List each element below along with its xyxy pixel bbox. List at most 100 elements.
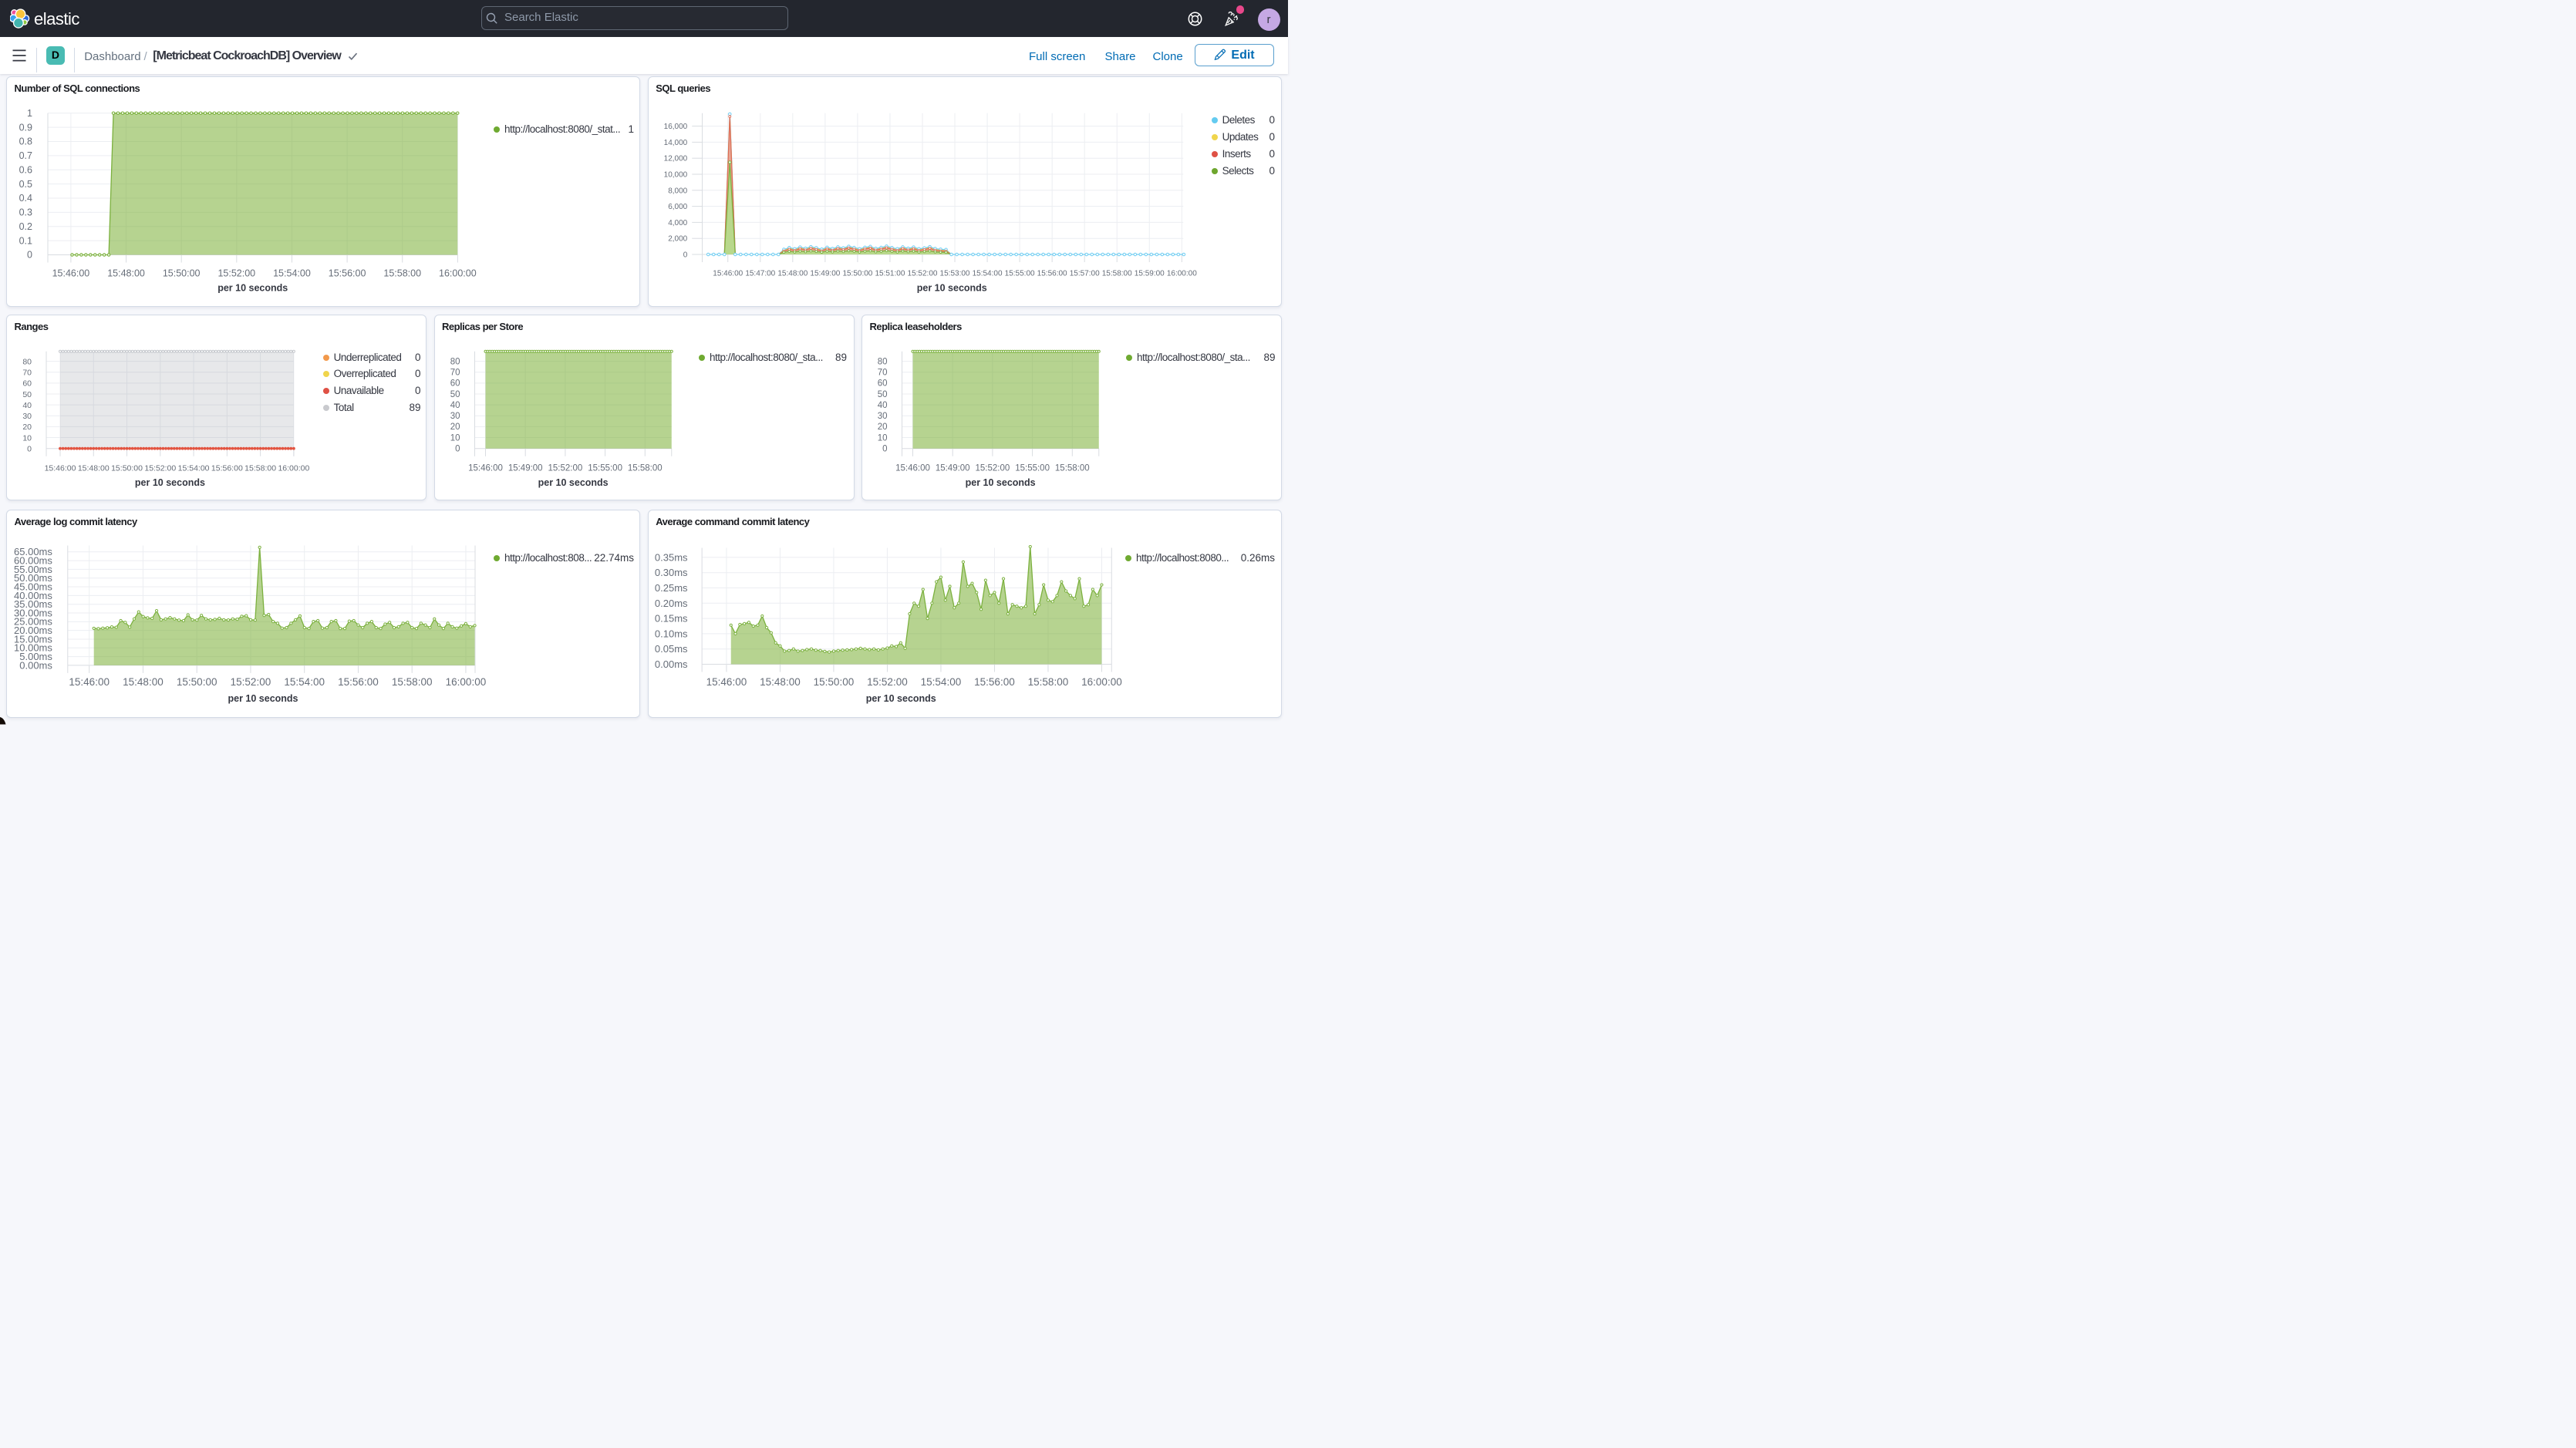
svg-text:15:46:00: 15:46:00	[52, 268, 90, 279]
svg-text:10: 10	[22, 434, 32, 443]
svg-text:0.4: 0.4	[19, 193, 32, 204]
svg-text:60: 60	[450, 379, 460, 389]
svg-text:60: 60	[22, 379, 32, 389]
svg-text:15:56:00: 15:56:00	[974, 676, 1015, 688]
svg-text:15:56:00: 15:56:00	[338, 676, 379, 688]
svg-text:16:00:00: 16:00:00	[1167, 270, 1197, 278]
svg-text:50: 50	[878, 390, 888, 399]
svg-text:15:48:00: 15:48:00	[123, 676, 164, 688]
svg-text:12,000: 12,000	[663, 155, 687, 163]
svg-text:30: 30	[450, 412, 460, 421]
svg-text:15:59:00: 15:59:00	[1135, 270, 1165, 278]
svg-text:0.9: 0.9	[19, 123, 32, 133]
svg-text:15:58:00: 15:58:00	[1055, 464, 1090, 473]
svg-text:10,000: 10,000	[663, 171, 687, 180]
svg-text:15:55:00: 15:55:00	[588, 464, 622, 473]
svg-text:15:48:00: 15:48:00	[78, 464, 110, 473]
svg-text:8,000: 8,000	[668, 187, 687, 196]
svg-text:15:58:00: 15:58:00	[1102, 270, 1132, 278]
svg-text:15:46:00: 15:46:00	[713, 270, 743, 278]
svg-text:per 10 seconds: per 10 seconds	[135, 477, 205, 488]
svg-text:60: 60	[878, 379, 888, 389]
svg-text:40: 40	[450, 401, 460, 410]
svg-text:15:46:00: 15:46:00	[69, 676, 110, 688]
svg-text:80: 80	[450, 358, 460, 367]
svg-text:10: 10	[450, 434, 460, 443]
svg-text:15:52:00: 15:52:00	[976, 464, 1010, 473]
svg-text:15:56:00: 15:56:00	[329, 268, 366, 279]
svg-text:15:58:00: 15:58:00	[627, 464, 662, 473]
svg-text:0.25ms: 0.25ms	[655, 582, 688, 594]
svg-text:15:57:00: 15:57:00	[1069, 270, 1099, 278]
svg-text:15:54:00: 15:54:00	[273, 268, 311, 279]
svg-text:15:58:00: 15:58:00	[244, 464, 276, 473]
svg-text:per 10 seconds: per 10 seconds	[916, 283, 986, 294]
svg-text:15:51:00: 15:51:00	[875, 270, 905, 278]
svg-text:30: 30	[22, 412, 32, 421]
svg-text:0.8: 0.8	[19, 136, 32, 147]
svg-text:15:54:00: 15:54:00	[920, 676, 961, 688]
svg-text:0.5: 0.5	[19, 179, 32, 190]
svg-text:16:00:00: 16:00:00	[446, 676, 487, 688]
svg-text:40: 40	[22, 401, 32, 410]
svg-text:15:56:00: 15:56:00	[1037, 270, 1067, 278]
svg-text:15:58:00: 15:58:00	[1027, 676, 1068, 688]
svg-text:0: 0	[455, 445, 460, 454]
svg-text:15:52:00: 15:52:00	[907, 270, 937, 278]
svg-text:15:49:00: 15:49:00	[507, 464, 542, 473]
svg-text:15:52:00: 15:52:00	[867, 676, 908, 688]
svg-text:15:46:00: 15:46:00	[45, 464, 76, 473]
svg-text:0.30ms: 0.30ms	[655, 567, 688, 578]
svg-text:per 10 seconds: per 10 seconds	[217, 283, 288, 294]
svg-text:80: 80	[878, 358, 888, 367]
svg-text:0.00ms: 0.00ms	[655, 658, 688, 670]
svg-text:15:55:00: 15:55:00	[1004, 270, 1034, 278]
svg-text:15:47:00: 15:47:00	[745, 270, 775, 278]
svg-text:15:55:00: 15:55:00	[1015, 464, 1050, 473]
svg-text:40: 40	[878, 401, 888, 410]
svg-text:50: 50	[450, 390, 460, 399]
svg-text:15:46:00: 15:46:00	[895, 464, 930, 473]
svg-text:0.15ms: 0.15ms	[655, 612, 688, 624]
svg-text:0.1: 0.1	[19, 236, 32, 247]
svg-text:0.2: 0.2	[19, 221, 32, 232]
svg-text:0.35ms: 0.35ms	[655, 551, 688, 563]
svg-text:16:00:00: 16:00:00	[439, 268, 477, 279]
svg-text:15:46:00: 15:46:00	[468, 464, 503, 473]
svg-text:per 10 seconds: per 10 seconds	[865, 693, 936, 704]
svg-text:0: 0	[27, 250, 32, 261]
svg-text:15:50:00: 15:50:00	[842, 270, 872, 278]
svg-text:15:52:00: 15:52:00	[144, 464, 176, 473]
svg-text:per 10 seconds: per 10 seconds	[966, 477, 1036, 488]
svg-text:20: 20	[878, 423, 888, 433]
svg-text:80: 80	[22, 358, 32, 367]
svg-text:15:50:00: 15:50:00	[177, 676, 217, 688]
svg-text:15:49:00: 15:49:00	[810, 270, 840, 278]
svg-text:4,000: 4,000	[668, 219, 687, 227]
svg-text:6,000: 6,000	[668, 203, 687, 211]
svg-text:per 10 seconds: per 10 seconds	[538, 477, 608, 488]
svg-text:15:52:00: 15:52:00	[548, 464, 582, 473]
svg-text:15:52:00: 15:52:00	[217, 268, 255, 279]
svg-text:0.6: 0.6	[19, 165, 32, 176]
svg-text:15:58:00: 15:58:00	[392, 676, 433, 688]
svg-text:0.05ms: 0.05ms	[655, 643, 688, 655]
svg-text:0: 0	[683, 251, 687, 260]
svg-text:14,000: 14,000	[663, 139, 687, 147]
svg-text:2,000: 2,000	[668, 235, 687, 244]
svg-text:70: 70	[878, 369, 888, 378]
svg-text:15:50:00: 15:50:00	[813, 676, 854, 688]
svg-text:30: 30	[878, 412, 888, 421]
svg-text:15:54:00: 15:54:00	[178, 464, 210, 473]
svg-text:20: 20	[22, 423, 32, 433]
svg-text:15:53:00: 15:53:00	[939, 270, 969, 278]
svg-text:50: 50	[22, 390, 32, 399]
svg-text:15:48:00: 15:48:00	[777, 270, 808, 278]
svg-text:15:48:00: 15:48:00	[760, 676, 801, 688]
svg-text:15:49:00: 15:49:00	[936, 464, 970, 473]
svg-text:15:48:00: 15:48:00	[107, 268, 145, 279]
svg-text:15:56:00: 15:56:00	[211, 464, 243, 473]
svg-text:70: 70	[22, 369, 32, 378]
svg-text:15:52:00: 15:52:00	[231, 676, 271, 688]
svg-text:0.10ms: 0.10ms	[655, 628, 688, 639]
